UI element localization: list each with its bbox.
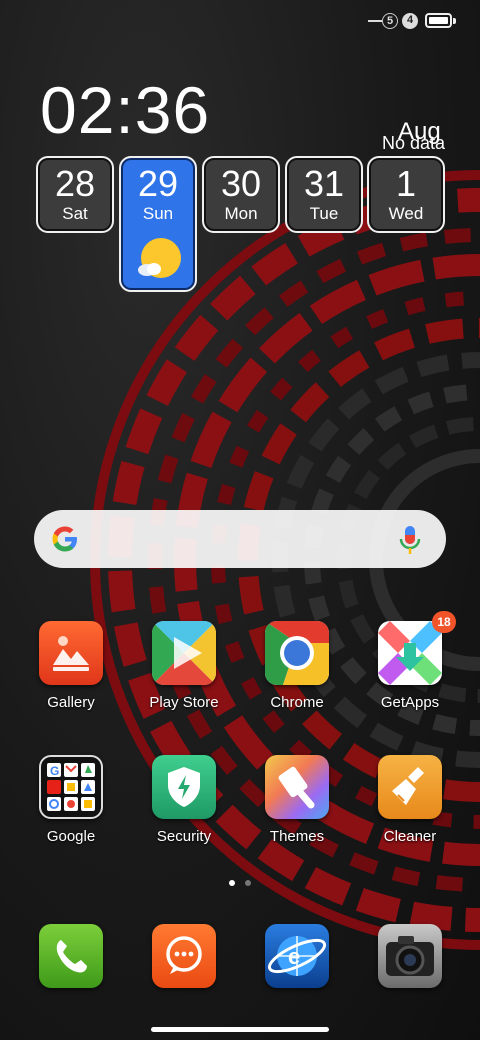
google-folder-icon: G (39, 755, 103, 819)
clock-widget[interactable]: 02:36 (40, 74, 210, 146)
themes-brush-icon (265, 755, 329, 819)
day-name: Sat (62, 204, 88, 223)
messages-icon[interactable] (152, 924, 216, 988)
notification-badge: 18 (432, 611, 456, 633)
calendar-day-mon[interactable]: 30 Mon (202, 156, 280, 233)
play-store-icon (152, 621, 216, 685)
day-number: 30 (220, 163, 262, 204)
chrome-icon (265, 621, 329, 685)
home-indicator[interactable] (151, 1027, 329, 1032)
app-chrome[interactable]: Chrome (241, 621, 353, 731)
browser-icon[interactable]: e (265, 924, 329, 988)
day-number: 28 (54, 163, 96, 204)
security-shield-icon (152, 755, 216, 819)
app-play-store[interactable]: Play Store (128, 621, 240, 731)
app-label: Play Store (149, 694, 219, 711)
camera-icon[interactable] (378, 924, 442, 988)
calendar-day-sat[interactable]: 28 Sat (36, 156, 114, 233)
battery-full-icon (425, 13, 452, 28)
app-label: Themes (269, 828, 325, 845)
cleaner-broom-icon (378, 755, 442, 819)
calendar-day-wed[interactable]: 1 Wed (367, 156, 445, 233)
phone-icon[interactable] (39, 924, 103, 988)
day-name: Sun (142, 204, 174, 223)
getapps-icon (378, 621, 442, 685)
svg-text:G: G (50, 764, 59, 778)
sim-4-icon: 4 (402, 13, 418, 29)
calendar-day-today[interactable]: 29 Sun (119, 156, 197, 292)
app-themes[interactable]: Themes (241, 755, 353, 865)
page-indicator-dot-1 (229, 880, 235, 886)
app-label: Security (156, 828, 212, 845)
app-gallery[interactable]: Gallery (15, 621, 127, 731)
sim-line-icon (368, 20, 382, 22)
partly-sunny-icon (138, 238, 181, 278)
app-getapps[interactable]: 18 GetApps (354, 611, 466, 731)
app-cleaner[interactable]: Cleaner (354, 755, 466, 865)
app-label: Gallery (47, 694, 95, 711)
battery-tip (453, 18, 456, 24)
day-name: Tue (309, 204, 339, 223)
status-bar: 5 4 (0, 0, 480, 40)
gallery-icon (39, 621, 103, 685)
app-label: GetApps (380, 694, 440, 711)
weather-status[interactable]: No data (382, 133, 445, 154)
app-label: Cleaner (383, 828, 437, 845)
calendar-day-tue[interactable]: 31 Tue (285, 156, 363, 233)
app-google-folder[interactable]: G Google (15, 755, 127, 865)
day-number: 1 (395, 163, 417, 204)
day-number: 31 (303, 163, 345, 204)
svg-text:e: e (288, 944, 300, 969)
sim-5-icon: 5 (382, 13, 398, 29)
google-search-bar[interactable] (34, 510, 446, 568)
day-name: Mon (224, 204, 258, 223)
app-label: Google (46, 828, 96, 845)
app-security[interactable]: Security (128, 755, 240, 865)
microphone-icon[interactable] (398, 524, 422, 556)
day-number: 29 (137, 163, 179, 204)
page-indicator-dot-2 (245, 880, 251, 886)
day-name: Wed (388, 204, 424, 223)
google-logo-icon (52, 526, 77, 552)
app-label: Chrome (270, 694, 324, 711)
